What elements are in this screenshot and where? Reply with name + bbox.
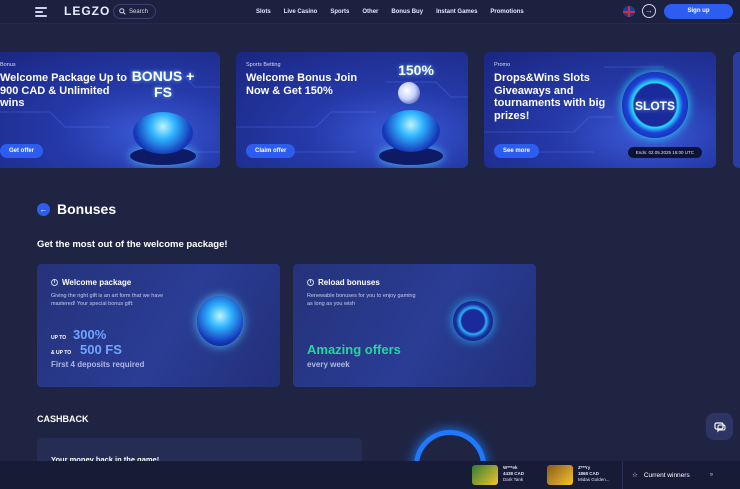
star-icon: ☆ (632, 472, 638, 479)
top-header: LEGZO Search Slots Live Casino Sports Ot… (0, 0, 740, 24)
login-icon[interactable]: → (642, 4, 656, 18)
banner-art-text: BONUS + FS (131, 68, 195, 100)
pedestal-logo-icon (382, 110, 440, 152)
info-icon[interactable]: i (307, 279, 314, 286)
banner-title: Welcome Package Up to 900 CAD & Unlimite… (0, 72, 127, 109)
current-winners-label: Current winners (643, 471, 690, 479)
nav-live-casino[interactable]: Live Casino (284, 9, 318, 15)
soccer-ball-icon (398, 82, 420, 104)
chat-button[interactable] (706, 413, 733, 440)
current-winners-toggle[interactable]: ☆ Current winners » (622, 461, 740, 489)
claim-offer-button[interactable]: Claim offer (246, 144, 296, 158)
banner-title: Drops&Wins Slots Giveaways and tournamen… (494, 72, 606, 122)
bonuses-title: Bonuses (57, 201, 117, 217)
search-label: Search (129, 8, 149, 15)
winner-amount: 1868 CAD (578, 471, 600, 476)
search-icon (119, 8, 126, 15)
pedestal-logo-icon (133, 112, 193, 154)
card-footer: every week (307, 360, 350, 369)
winner-item[interactable]: Z***ry 1868 CAD Midas Golden... (547, 465, 610, 485)
card-title: i Reload bonuses (307, 278, 380, 287)
nav-bonus-buy[interactable]: Bonus Buy (391, 9, 423, 15)
logo[interactable]: LEGZO (64, 4, 110, 18)
winner-user: W***ek (503, 465, 518, 470)
expand-icon[interactable]: » (710, 472, 713, 478)
get-offer-button[interactable]: Get offer (0, 144, 44, 158)
info-icon[interactable]: i (51, 279, 58, 286)
bonus-percent: 300% (73, 327, 107, 342)
winner-amount: 4438 CAD (503, 471, 525, 476)
nav-instant-games[interactable]: Instant Games (436, 9, 477, 15)
reload-bonuses-card[interactable]: i Reload bonuses Renewable bonuses for yo… (293, 264, 536, 387)
card-description: Giving the right gift is an art form tha… (51, 293, 164, 307)
search-button[interactable]: Search (113, 4, 156, 19)
welcome-package-card[interactable]: i Welcome package Giving the right gift i… (37, 264, 280, 387)
menu-icon[interactable] (35, 7, 47, 17)
chat-icon (713, 421, 725, 432)
winner-game: Dark Tank (503, 477, 524, 482)
nav-slots[interactable]: Slots (256, 9, 271, 15)
bonus-free-spins: 500 FS (80, 342, 122, 357)
language-flag-icon[interactable] (623, 6, 635, 17)
promo-end-date: Ends: 02.05.2025 16:00 UTC (627, 147, 702, 158)
banner-tag: Bonus (0, 62, 16, 68)
nav-sports[interactable]: Sports (330, 9, 349, 15)
banner-title: Welcome Bonus Join Now & Get 150% (246, 72, 358, 97)
up-to-label-2: & UP TO (51, 350, 72, 356)
banner-tag: Promo (494, 62, 511, 68)
nav-other[interactable]: Other (362, 9, 378, 15)
pedestal-logo-icon (197, 296, 243, 346)
card-description: Renewable bonuses for you to enjoy gamin… (307, 293, 416, 307)
cashback-title: CASHBACK (37, 414, 89, 424)
winner-item[interactable]: W***ek 4438 CAD Dark Tank (472, 465, 524, 485)
game-thumbnail (472, 465, 498, 485)
banner-art-text: 150% (398, 62, 434, 78)
back-arrow-icon[interactable]: ← (37, 202, 50, 216)
nav-promotions[interactable]: Promotions (490, 9, 523, 15)
banner-welcome-package[interactable]: Bonus Welcome Package Up to 900 CAD & Un… (0, 52, 220, 168)
see-more-button[interactable]: See more (494, 144, 540, 158)
section-title-bonuses: ← Bonuses (37, 201, 116, 217)
signup-button[interactable]: Sign up (664, 4, 733, 19)
winner-game: Midas Golden... (578, 477, 610, 482)
winner-user: Z***ry (578, 465, 591, 470)
next-banner-peek[interactable] (733, 52, 740, 168)
game-thumbnail (547, 465, 573, 485)
winners-bar: W***ek 4438 CAD Dark Tank Z***ry 1868 CAD Mi… (0, 461, 740, 489)
up-to-label: UP TO (51, 335, 67, 341)
banner-sports-betting[interactable]: Sports Betting Welcome Bonus Join Now & … (236, 52, 468, 168)
card-title: i Welcome package (51, 278, 131, 287)
banner-tag: Sports Betting (246, 62, 281, 68)
card-headline: Amazing offers (307, 342, 401, 357)
bonuses-subtitle: Get the most out of the welcome package! (37, 239, 228, 250)
reload-logo-icon (453, 301, 493, 341)
main-nav: Slots Live Casino Sports Other Bonus Buy… (256, 0, 524, 24)
banner-art-text: SLOTS (634, 99, 675, 113)
banner-drops-wins[interactable]: Promo Drops&Wins Slots Giveaways and tou… (484, 52, 716, 168)
card-footer: First 4 deposits required (51, 360, 145, 369)
